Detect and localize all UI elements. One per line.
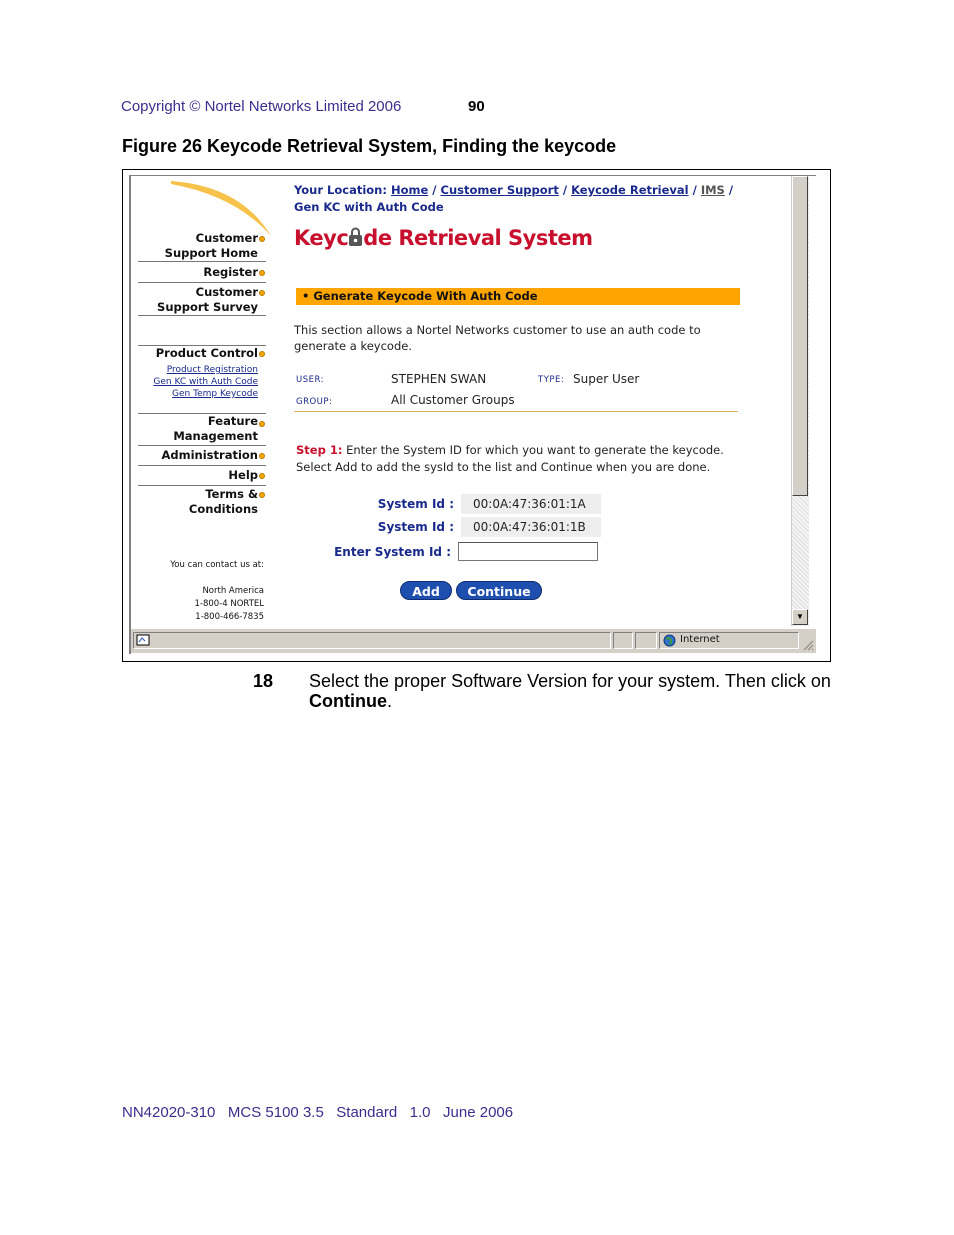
- zone-pane: Internet: [659, 632, 799, 649]
- sidebar-item-label: Customer Support Home: [164, 231, 258, 260]
- scroll-down-icon[interactable]: ▼: [792, 609, 808, 625]
- type-value: Super User: [573, 372, 640, 386]
- divider: [294, 411, 738, 412]
- sidebar-item-feature-management[interactable]: Feature Management: [138, 413, 266, 446]
- page-icon: [136, 634, 150, 646]
- instruction-bold: Continue: [309, 691, 387, 711]
- status-pane: [635, 632, 657, 649]
- status-bar: Internet: [131, 628, 816, 653]
- contact-intro: You can contact us at:: [170, 560, 264, 570]
- breadcrumb-customer-support[interactable]: Customer Support: [441, 183, 559, 197]
- breadcrumb-keycode-retrieval[interactable]: Keycode Retrieval: [571, 183, 689, 197]
- breadcrumb-prefix: Your Location:: [294, 183, 387, 197]
- breadcrumb-current: Gen KC with Auth Code: [294, 200, 444, 214]
- sublink-gen-kc-auth-code[interactable]: Gen KC with Auth Code: [131, 376, 266, 388]
- lock-icon: [349, 227, 363, 246]
- breadcrumb-ims[interactable]: IMS: [701, 183, 725, 197]
- bullet-icon: [259, 270, 265, 276]
- sidebar-item-label: Help: [228, 468, 258, 482]
- status-message-pane: [133, 632, 611, 649]
- site-title-part: de Retrieval System: [363, 226, 593, 250]
- main-content: Your Location: Home / Customer Support /…: [294, 176, 794, 626]
- resize-grip-icon[interactable]: [802, 639, 814, 651]
- bullet-icon: [259, 351, 265, 357]
- vertical-scrollbar[interactable]: ▼: [791, 176, 809, 626]
- sidebar-item-administration[interactable]: Administration: [138, 448, 266, 466]
- site-title: Keyc de Retrieval System: [294, 226, 593, 250]
- bullet-icon: [259, 236, 265, 242]
- contact-phone-2: 1-800-466-7835: [195, 612, 264, 622]
- sidebar-item-label: Administration: [161, 448, 259, 462]
- sidebar-item-terms[interactable]: Terms & Conditions: [138, 487, 266, 518]
- copyright-text: Copyright © Nortel Networks Limited 2006: [121, 98, 402, 115]
- step-label: Step 1:: [296, 443, 343, 457]
- zone-label: Internet: [680, 634, 720, 645]
- sidebar-item-help[interactable]: Help: [138, 468, 266, 486]
- figure-caption: Figure 26 Keycode Retrieval System, Find…: [122, 136, 617, 156]
- bullet-icon: [259, 290, 265, 296]
- scrollbar-thumb[interactable]: [792, 176, 808, 496]
- section-banner: • Generate Keycode With Auth Code: [296, 288, 740, 305]
- sidebar-item-product-control[interactable]: Product Control: [138, 345, 266, 363]
- instruction-text-after: .: [387, 691, 393, 711]
- sidebar-item-support-survey[interactable]: Customer Support Survey: [138, 285, 266, 316]
- page-number: 90: [468, 98, 485, 115]
- section-description: This section allows a Nortel Networks cu…: [294, 323, 701, 353]
- sidebar-item-label: Product Control: [155, 346, 258, 360]
- user-value: STEPHEN SWAN: [391, 372, 487, 386]
- bullet-icon: [259, 473, 265, 479]
- type-label: TYPE:: [538, 375, 565, 385]
- bullet-icon: [259, 492, 265, 498]
- group-label: GROUP:: [296, 397, 333, 407]
- status-pane: [613, 632, 633, 649]
- bullet-icon: [259, 453, 265, 459]
- globe-icon: [663, 634, 676, 647]
- system-id-value: 00:0A:47:36:01:1B: [461, 517, 601, 537]
- system-id-value: 00:0A:47:36:01:1A: [461, 494, 601, 514]
- sidebar-item-customer-support-home[interactable]: Customer Support Home: [138, 231, 266, 262]
- contact-phone-1: 1-800-4 NORTEL: [194, 599, 264, 609]
- sidebar-item-label: Register: [203, 265, 258, 279]
- sidebar-item-label: Terms & Conditions: [188, 487, 258, 516]
- footer-text: NN42020-310 MCS 5100 3.5 Standard 1.0 Ju…: [122, 1104, 514, 1121]
- breadcrumb: Your Location: Home / Customer Support /…: [294, 183, 734, 214]
- group-value: All Customer Groups: [391, 393, 515, 407]
- user-label: USER:: [296, 375, 324, 385]
- system-id-label: System Id :: [377, 497, 454, 511]
- sublink-gen-temp-keycode[interactable]: Gen Temp Keycode: [131, 388, 266, 400]
- add-button[interactable]: Add: [400, 581, 452, 600]
- continue-button[interactable]: Continue: [456, 581, 542, 600]
- sidebar: Customer Support Home Register Customer …: [131, 176, 271, 626]
- instruction-text-before: Select the proper Software Version for y…: [309, 671, 831, 691]
- figure-frame: Customer Support Home Register Customer …: [122, 169, 831, 662]
- instruction-text: Select the proper Software Version for y…: [309, 671, 839, 711]
- sidebar-item-label: Feature Management: [173, 414, 258, 443]
- sidebar-item-label: Customer Support Survey: [157, 285, 258, 314]
- enter-system-id-label: Enter System Id :: [334, 545, 451, 559]
- sublink-product-registration[interactable]: Product Registration: [131, 364, 266, 376]
- system-id-label: System Id :: [377, 520, 454, 534]
- site-title-part: Keyc: [294, 226, 349, 250]
- sidebar-item-register[interactable]: Register: [138, 265, 266, 283]
- bullet-icon: [259, 421, 265, 427]
- browser-window: Customer Support Home Register Customer …: [129, 175, 816, 654]
- step-text: Enter the System ID for which you want t…: [296, 443, 724, 474]
- breadcrumb-home[interactable]: Home: [391, 183, 428, 197]
- system-id-input[interactable]: [458, 542, 598, 561]
- contact-region: North America: [202, 586, 264, 596]
- step-instructions: Step 1: Enter the System ID for which yo…: [296, 442, 736, 476]
- instruction-number: 18: [253, 671, 274, 691]
